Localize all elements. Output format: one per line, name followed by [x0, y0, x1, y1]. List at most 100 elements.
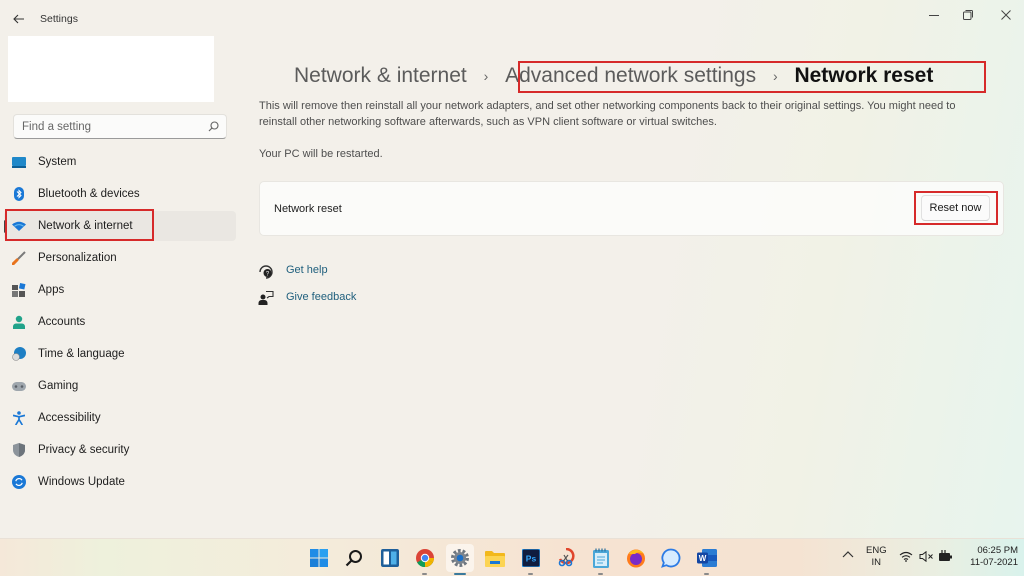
volume-muted-icon[interactable]	[919, 551, 934, 562]
sidebar-item-bluetooth-devices[interactable]: Bluetooth & devices	[4, 179, 236, 209]
battery-charging-icon[interactable]	[938, 550, 953, 562]
sidebar-item-gaming[interactable]: Gaming	[4, 371, 236, 401]
minimize-icon	[929, 15, 939, 16]
chat-bubble-icon	[661, 548, 681, 568]
taskbar-snipping-tool-button[interactable]	[552, 544, 580, 572]
clock-date: 11-07-2021	[970, 557, 1018, 568]
restore-icon	[963, 10, 973, 20]
user-profile-card[interactable]	[8, 36, 214, 102]
sidebar-item-accessibility[interactable]: Accessibility	[4, 403, 236, 433]
running-indicator	[422, 573, 427, 575]
back-button[interactable]	[8, 8, 30, 30]
taskbar-signal-button[interactable]	[657, 544, 685, 572]
search-icon[interactable]	[208, 121, 219, 132]
clock-time: 06:25 PM	[977, 545, 1018, 556]
chrome-icon	[416, 549, 434, 567]
sidebar-item-time-language[interactable]: Time & language	[4, 339, 236, 369]
taskbar-word-button[interactable]: W	[693, 544, 721, 575]
search-icon	[345, 550, 362, 567]
running-indicator	[704, 573, 709, 575]
globe-clock-icon	[12, 347, 26, 361]
close-icon	[1001, 10, 1011, 20]
reset-now-button[interactable]: Reset now	[921, 195, 990, 221]
sidebar-item-apps[interactable]: Apps	[4, 275, 236, 305]
accessibility-icon	[12, 411, 26, 425]
breadcrumb-network-internet[interactable]: Network & internet	[294, 64, 467, 88]
back-arrow-icon	[13, 14, 24, 24]
gamepad-icon	[12, 379, 26, 393]
get-help-label: Get help	[286, 264, 328, 276]
settings-window: Settings System Bluetooth & devices Netw…	[0, 0, 1024, 538]
title-bar: Settings	[0, 0, 1024, 36]
sidebar-item-network-internet[interactable]: Network & internet	[4, 211, 236, 241]
taskbar-firefox-button[interactable]	[622, 544, 650, 572]
settings-gear-icon	[451, 549, 469, 567]
breadcrumb-chevron-icon: ›	[772, 68, 778, 85]
taskbar-search-button[interactable]	[340, 544, 368, 572]
taskbar-start-button[interactable]	[305, 544, 333, 572]
folder-icon	[485, 550, 505, 567]
sidebar-item-accounts[interactable]: Accounts	[4, 307, 236, 337]
notepad-icon	[593, 548, 609, 568]
taskbar-clock[interactable]: 06:25 PM 11-07-2021	[958, 545, 1018, 569]
region-code: IN	[871, 557, 882, 568]
apps-icon	[12, 283, 26, 297]
sidebar-item-label: System	[38, 156, 77, 168]
search-input[interactable]	[22, 115, 202, 138]
running-indicator	[528, 573, 533, 575]
sidebar-item-personalization[interactable]: Personalization	[4, 243, 236, 273]
close-button[interactable]	[988, 4, 1024, 26]
sidebar-item-label: Accounts	[38, 316, 86, 328]
language-code: ENG	[866, 545, 887, 556]
active-indicator	[454, 573, 466, 575]
taskbar-notepad-button[interactable]	[587, 544, 615, 575]
sidebar-item-system[interactable]: System	[4, 147, 236, 177]
app-title: Settings	[40, 13, 78, 25]
sidebar-item-label: Bluetooth & devices	[38, 188, 140, 200]
give-feedback-label: Give feedback	[286, 291, 357, 303]
taskbar-photoshop-button[interactable]: Ps	[517, 544, 545, 575]
widgets-icon	[381, 549, 399, 567]
sidebar-item-windows-update[interactable]: Windows Update	[4, 467, 236, 497]
restart-note: Your PC will be restarted.	[259, 148, 383, 160]
wifi-icon	[12, 219, 26, 233]
snipping-tool-icon	[558, 548, 575, 567]
network-reset-label: Network reset	[274, 203, 342, 215]
running-indicator	[598, 573, 603, 575]
breadcrumb-chevron-icon: ›	[483, 68, 489, 85]
page-title: Network reset	[794, 64, 934, 88]
breadcrumb-advanced-network-settings[interactable]: Advanced network settings	[505, 64, 756, 88]
taskbar-widgets-button[interactable]	[376, 544, 404, 572]
active-indicator	[4, 220, 7, 233]
network-reset-card: Network reset Reset now	[259, 181, 1004, 236]
system-icon	[12, 155, 26, 169]
svg-text:Ps: Ps	[526, 554, 537, 564]
brush-icon	[12, 251, 26, 265]
sidebar-item-label: Personalization	[38, 252, 117, 264]
sidebar-item-label: Apps	[38, 284, 65, 296]
sidebar-item-label: Time & language	[38, 348, 125, 360]
restore-button[interactable]	[950, 4, 986, 26]
taskbar-settings-button[interactable]	[446, 544, 474, 575]
breadcrumb: Network & internet › Advanced network se…	[294, 64, 933, 88]
language-indicator[interactable]: ENG IN	[866, 545, 887, 569]
person-icon	[12, 315, 26, 329]
taskbar-file-explorer-button[interactable]	[481, 544, 509, 572]
sidebar-item-label: Privacy & security	[38, 444, 130, 456]
minimize-button[interactable]	[916, 4, 952, 26]
sidebar-item-label: Gaming	[38, 380, 79, 392]
sidebar-item-label: Network & internet	[38, 220, 133, 232]
svg-text:W: W	[699, 554, 707, 563]
sidebar-item-privacy-security[interactable]: Privacy & security	[4, 435, 236, 465]
wifi-status-icon[interactable]	[899, 551, 913, 562]
shield-icon	[12, 443, 26, 457]
taskbar: Ps W ENG IN 06:25 PM 11-07-2021	[0, 538, 1024, 576]
feedback-icon	[258, 290, 274, 306]
search-box	[13, 114, 227, 139]
update-icon	[12, 475, 26, 489]
word-icon: W	[697, 549, 717, 567]
show-hidden-icons-chevron-icon[interactable]	[842, 550, 854, 558]
taskbar-chrome-button[interactable]	[411, 544, 439, 575]
bluetooth-icon	[12, 187, 26, 201]
help-icon: ?	[258, 263, 274, 279]
